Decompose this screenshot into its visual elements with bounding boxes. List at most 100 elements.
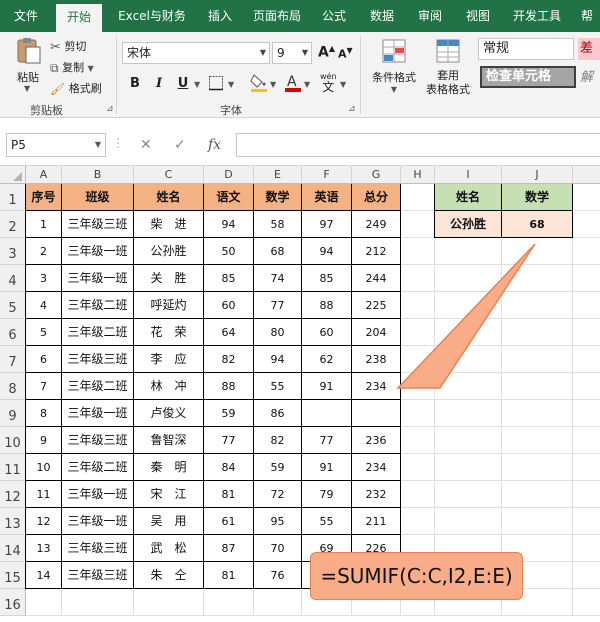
table-cell[interactable]: 60: [302, 319, 352, 346]
table-cell[interactable]: 212: [352, 238, 401, 265]
fill-dropdown-icon[interactable]: ▼: [270, 80, 276, 89]
table-cell[interactable]: 三年级二班: [62, 292, 134, 319]
row-header-9[interactable]: 9: [0, 400, 26, 427]
column-header-d[interactable]: D: [204, 166, 254, 184]
table-format-button[interactable]: 套用 表格格式: [420, 36, 476, 97]
table-cell[interactable]: 林 冲: [134, 373, 204, 400]
table-cell[interactable]: 85: [204, 265, 254, 292]
enter-icon[interactable]: ✓: [174, 133, 186, 157]
tab-excel-finance[interactable]: Excel与财务: [106, 0, 198, 32]
table-cell[interactable]: 97: [302, 211, 352, 238]
table-cell[interactable]: 64: [204, 319, 254, 346]
table-header-cell[interactable]: 数学: [254, 184, 302, 211]
lookup-math-cell[interactable]: 68: [502, 211, 573, 238]
table-cell[interactable]: 232: [352, 481, 401, 508]
table-cell[interactable]: 14: [26, 562, 62, 589]
tab-help[interactable]: 帮: [574, 0, 600, 32]
row-header-14[interactable]: 14: [0, 535, 26, 562]
paste-button[interactable]: 粘贴: [10, 36, 46, 85]
table-cell[interactable]: 秦 明: [134, 454, 204, 481]
lookup-header-math[interactable]: 数学: [502, 184, 573, 211]
table-cell[interactable]: 50: [204, 238, 254, 265]
table-cell[interactable]: 85: [302, 265, 352, 292]
table-cell[interactable]: 80: [254, 319, 302, 346]
style-check-cell[interactable]: 检查单元格: [480, 66, 576, 88]
table-cell[interactable]: 77: [302, 427, 352, 454]
table-cell[interactable]: 8: [26, 400, 62, 427]
table-cell[interactable]: 三年级一班: [62, 508, 134, 535]
column-header-b[interactable]: B: [62, 166, 134, 184]
row-header-7[interactable]: 7: [0, 346, 26, 373]
table-cell[interactable]: 82: [254, 427, 302, 454]
row-header-4[interactable]: 4: [0, 265, 26, 292]
table-cell[interactable]: 花 荣: [134, 319, 204, 346]
table-cell[interactable]: 249: [352, 211, 401, 238]
table-cell[interactable]: 77: [204, 427, 254, 454]
table-cell[interactable]: 59: [204, 400, 254, 427]
table-cell[interactable]: 三年级一班: [62, 265, 134, 292]
font-color-dropdown-icon[interactable]: ▼: [304, 80, 310, 89]
table-cell[interactable]: 三年级三班: [62, 427, 134, 454]
row-header-3[interactable]: 3: [0, 238, 26, 265]
table-cell[interactable]: 77: [254, 292, 302, 319]
table-cell[interactable]: [352, 400, 401, 427]
tab-page-layout[interactable]: 页面布局: [244, 0, 310, 32]
table-cell[interactable]: 81: [204, 481, 254, 508]
table-cell[interactable]: 87: [204, 535, 254, 562]
table-cell[interactable]: 三年级二班: [62, 373, 134, 400]
table-cell[interactable]: 三年级一班: [62, 400, 134, 427]
tab-file[interactable]: 文件: [0, 0, 52, 32]
style-bad[interactable]: 差: [578, 38, 600, 60]
row-header-15[interactable]: 15: [0, 562, 26, 589]
table-cell[interactable]: 三年级三班: [62, 211, 134, 238]
font-color-button[interactable]: A: [284, 72, 302, 95]
table-cell[interactable]: 12: [26, 508, 62, 535]
table-cell[interactable]: 公孙胜: [134, 238, 204, 265]
table-cell[interactable]: 86: [254, 400, 302, 427]
table-cell[interactable]: 94: [204, 211, 254, 238]
row-header-8[interactable]: 8: [0, 373, 26, 400]
border-dropdown-icon[interactable]: ▼: [228, 80, 234, 89]
table-header-cell[interactable]: 总分: [352, 184, 401, 211]
table-cell[interactable]: 60: [204, 292, 254, 319]
cancel-icon[interactable]: ✕: [140, 133, 152, 157]
name-box[interactable]: P5 ▼: [6, 133, 106, 157]
column-header-a[interactable]: A: [26, 166, 62, 184]
conditional-format-button[interactable]: 条件格式 ▼: [368, 36, 420, 94]
table-cell[interactable]: 70: [254, 535, 302, 562]
column-header-g[interactable]: G: [352, 166, 401, 184]
table-cell[interactable]: 呼延灼: [134, 292, 204, 319]
table-cell[interactable]: 79: [302, 481, 352, 508]
row-header-12[interactable]: 12: [0, 481, 26, 508]
table-cell[interactable]: 7: [26, 373, 62, 400]
table-cell[interactable]: 91: [302, 373, 352, 400]
table-header-cell[interactable]: 班级: [62, 184, 134, 211]
table-cell[interactable]: 武 松: [134, 535, 204, 562]
italic-button[interactable]: I: [148, 74, 170, 94]
tab-developer[interactable]: 开发工具: [504, 0, 570, 32]
table-cell[interactable]: 236: [352, 427, 401, 454]
fill-color-button[interactable]: [250, 72, 268, 95]
table-cell[interactable]: 55: [254, 373, 302, 400]
bold-button[interactable]: B: [124, 74, 146, 94]
row-header-16[interactable]: 16: [0, 589, 26, 616]
table-cell[interactable]: 4: [26, 292, 62, 319]
table-cell[interactable]: 11: [26, 481, 62, 508]
tab-data[interactable]: 数据: [360, 0, 404, 32]
clipboard-launcher-icon[interactable]: ⊿: [106, 104, 114, 114]
table-cell[interactable]: 94: [254, 346, 302, 373]
table-cell[interactable]: 234: [352, 373, 401, 400]
lookup-name-cell[interactable]: 公孙胜: [435, 211, 502, 238]
table-cell[interactable]: 三年级三班: [62, 562, 134, 589]
grow-font-button[interactable]: A▲: [318, 44, 335, 61]
table-cell[interactable]: 94: [302, 238, 352, 265]
column-header-f[interactable]: F: [302, 166, 352, 184]
column-header-e[interactable]: E: [254, 166, 302, 184]
table-cell[interactable]: 234: [352, 454, 401, 481]
paste-dropdown-icon[interactable]: ▼: [24, 84, 30, 93]
insert-function-icon[interactable]: fx: [208, 133, 221, 157]
table-cell[interactable]: 李 应: [134, 346, 204, 373]
column-header-c[interactable]: C: [134, 166, 204, 184]
table-cell[interactable]: 72: [254, 481, 302, 508]
tab-view[interactable]: 视图: [456, 0, 500, 32]
